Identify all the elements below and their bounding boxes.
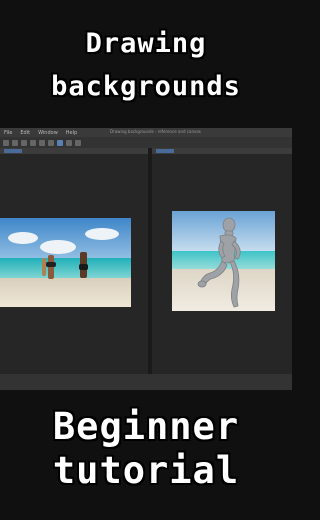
3d-mannequin-icon[interactable] <box>172 211 275 311</box>
select-tool-icon[interactable] <box>39 139 45 146</box>
menu-file[interactable]: File <box>4 130 12 136</box>
canvas-tab[interactable] <box>152 148 292 154</box>
overlay-caption-line2: tutorial <box>52 449 240 492</box>
menu-edit[interactable]: Edit <box>20 130 30 136</box>
menu-window[interactable]: Window <box>38 130 58 136</box>
overlay-caption-line1: Beginner <box>52 405 240 448</box>
zoom-tool-icon[interactable] <box>66 139 72 146</box>
brush-tool-icon[interactable] <box>12 139 18 146</box>
statusbar <box>0 374 292 390</box>
pen-tool-icon[interactable] <box>3 139 9 146</box>
view-tool-icon[interactable] <box>57 139 63 146</box>
fill-tool-icon[interactable] <box>30 139 36 146</box>
reference-tab[interactable] <box>0 148 148 154</box>
move-tool-icon[interactable] <box>48 139 54 146</box>
toolbar <box>0 137 292 148</box>
overlay-title-line1: Drawing <box>85 28 207 59</box>
drawing-canvas[interactable] <box>172 211 275 311</box>
hand-tool-icon[interactable] <box>75 139 81 146</box>
overlay-title-line2: backgrounds <box>51 71 241 102</box>
window-title: Drawing backgrounds - reference and canv… <box>110 129 201 134</box>
reference-photo <box>0 218 131 307</box>
menu-help[interactable]: Help <box>66 130 77 136</box>
eraser-tool-icon[interactable] <box>21 139 27 146</box>
